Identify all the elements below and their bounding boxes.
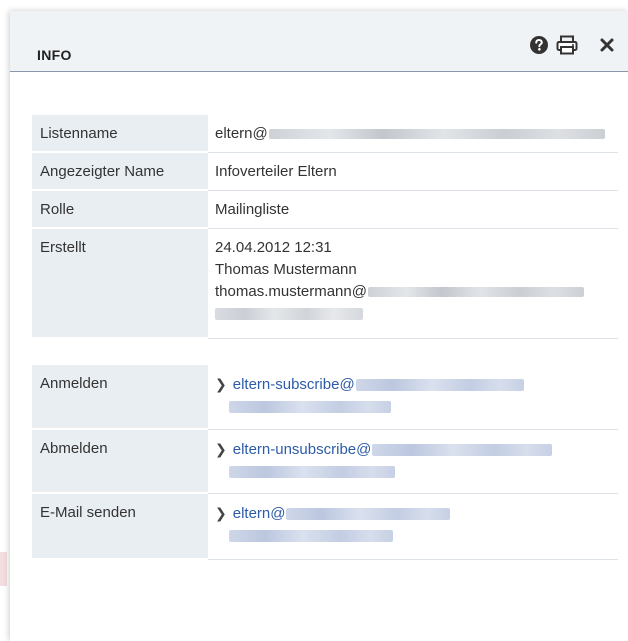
created-email: thomas.mustermann@ [215, 282, 367, 300]
subscribe-link[interactable]: eltern-subscribe@ [233, 376, 355, 393]
created-email-continuation [215, 303, 610, 325]
subscribe-label: Anmelden [32, 365, 208, 430]
table-row: E-Mail senden ❯ eltern@ [32, 493, 618, 560]
table-row: Abmelden ❯ eltern-unsubscribe@ [32, 429, 618, 494]
send-email-label: E-Mail senden [32, 493, 208, 560]
redacted-domain [367, 286, 584, 297]
table-row: Erstellt 24.04.2012 12:31 Thomas Musterm… [32, 228, 618, 339]
listenname-text: eltern@ [215, 125, 268, 142]
redacted-domain [229, 401, 391, 414]
unsubscribe-label: Abmelden [32, 429, 208, 494]
send-email-link[interactable]: eltern@ [233, 505, 286, 522]
subscribe-link-continuation [215, 396, 610, 418]
print-icon[interactable] [556, 35, 578, 55]
unsubscribe-value: ❯ eltern-unsubscribe@ [208, 429, 618, 494]
redacted-domain [215, 307, 363, 320]
chevron-right-icon: ❯ [215, 504, 227, 521]
redacted-domain [286, 507, 451, 520]
listenname-label: Listenname [32, 115, 208, 153]
close-icon[interactable] [599, 35, 619, 55]
unsubscribe-link-continuation [215, 461, 610, 483]
dialog-header: INFO [10, 11, 628, 72]
role-value: Mailingliste [208, 190, 618, 229]
chevron-right-icon: ❯ [215, 440, 227, 457]
listenname-value: eltern@ [208, 115, 618, 153]
send-email-link-continuation [215, 525, 610, 547]
redacted-domain [268, 129, 605, 140]
subscribe-link-line: ❯ eltern-subscribe@ [215, 373, 610, 396]
display-name-label: Angezeigter Name [32, 152, 208, 191]
table-row: Angezeigter Name Infoverteiler Eltern [32, 152, 618, 191]
created-value: 24.04.2012 12:31 Thomas Mustermann thoma… [208, 228, 618, 339]
send-email-value: ❯ eltern@ [208, 493, 618, 560]
help-icon[interactable] [529, 35, 549, 55]
redacted-domain [355, 379, 524, 392]
list-actions-table: Anmelden ❯ eltern-subscribe@ Abmelden ❯ el… [32, 365, 618, 560]
table-row: Listenname eltern@ [32, 115, 618, 153]
table-row: Anmelden ❯ eltern-subscribe@ [32, 365, 618, 430]
table-row: Rolle Mailingliste [32, 190, 618, 229]
redacted-domain [372, 443, 553, 456]
redacted-domain [229, 465, 395, 478]
background-alert-strip [0, 552, 7, 586]
dialog-title: INFO [37, 47, 72, 63]
send-email-link-line: ❯ eltern@ [215, 502, 610, 525]
created-user: Thomas Mustermann [215, 260, 357, 278]
list-details-table: Listenname eltern@ Angezeigter Name Info… [32, 115, 618, 339]
role-label: Rolle [32, 190, 208, 229]
display-name-value: Infoverteiler Eltern [208, 152, 618, 191]
created-label: Erstellt [32, 228, 208, 339]
redacted-domain [229, 529, 393, 542]
info-dialog: INFO Listenname eltern@ Angezeigter Name… [10, 11, 628, 641]
unsubscribe-link-line: ❯ eltern-unsubscribe@ [215, 438, 610, 461]
created-email-line: thomas.mustermann@ [215, 281, 610, 303]
unsubscribe-link[interactable]: eltern-unsubscribe@ [233, 441, 372, 458]
chevron-right-icon: ❯ [215, 376, 227, 392]
subscribe-value: ❯ eltern-subscribe@ [208, 365, 618, 430]
created-date: 24.04.2012 12:31 [215, 238, 332, 256]
